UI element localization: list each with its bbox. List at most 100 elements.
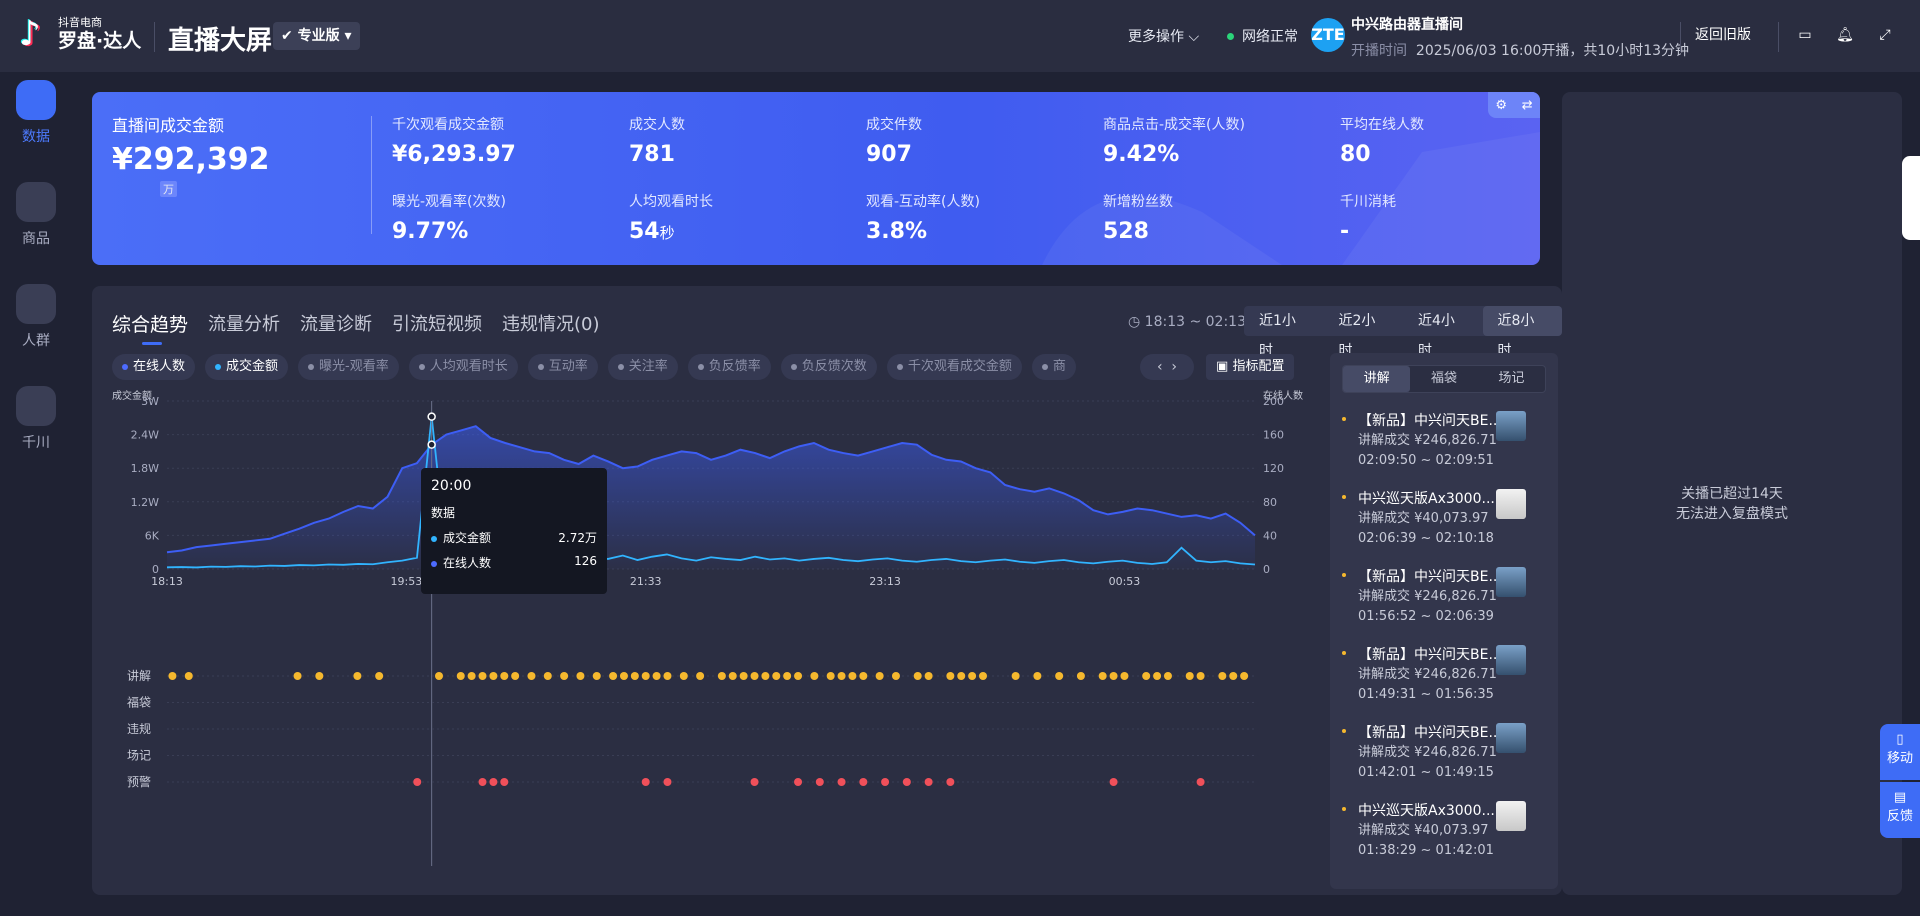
x-tick-label: 23:13 [869, 575, 901, 588]
event-marker [413, 778, 422, 786]
kpi-metric: 新增粉丝数 528 [1103, 191, 1173, 244]
metric-chip[interactable]: 在线人数 [112, 354, 196, 380]
metric-chip-label: 关注率 [628, 359, 668, 374]
sidebar-item-2[interactable]: 人群 [0, 284, 72, 350]
sidebar: 数据 商品 人群 千川 [0, 72, 72, 916]
closed-message-line1: 关播已超过14天 [1681, 486, 1783, 502]
event-marker [826, 672, 835, 680]
tab-4[interactable]: 违规情况(0) [502, 310, 600, 337]
sidebar-item-1[interactable]: 商品 [0, 182, 72, 248]
more-actions-button[interactable]: 更多操作 ⌵ [1128, 0, 1199, 72]
kpi-metric: 人均观看时长 54秒 [629, 191, 713, 244]
time-option-0[interactable]: 近1小时 [1244, 306, 1324, 359]
metric-config-label: 指标配置 [1232, 359, 1285, 374]
explain-tab-0[interactable]: 讲解 [1343, 366, 1411, 392]
kpi-metric-label: 曝光-观看率(次数) [392, 194, 506, 210]
metric-chip[interactable]: 关注率 [607, 354, 678, 380]
metric-chip[interactable]: 千次观看成交金额 [886, 354, 1022, 380]
kpi-background-art [1042, 132, 1540, 265]
event-marker [456, 672, 465, 680]
event-marker [739, 672, 748, 680]
event-marker [527, 672, 536, 680]
time-option-3[interactable]: 近8小时 [1482, 306, 1562, 359]
metric-chip[interactable]: 曝光-观看率 [298, 354, 399, 380]
time-option-2[interactable]: 近4小时 [1403, 306, 1483, 359]
product-thumbnail[interactable] [1496, 489, 1526, 519]
y2-tick-label: 80 [1263, 496, 1277, 509]
legend-dot [431, 560, 437, 567]
chip-dot [537, 363, 544, 370]
bell-icon[interactable]: 🔔︎ [1836, 26, 1854, 44]
tab-3[interactable]: 引流短视频 [392, 310, 482, 337]
time-option-1[interactable]: 近2小时 [1324, 306, 1404, 359]
metric-chip[interactable]: 负反馈率 [687, 354, 771, 380]
product-thumbnail[interactable] [1496, 411, 1526, 441]
product-thumbnail[interactable] [1496, 723, 1526, 753]
mobile-button[interactable]: ▯ 移动 [1880, 724, 1920, 780]
fullscreen-icon[interactable]: ⤢ [1876, 26, 1894, 44]
config-icon: ▣ [1216, 359, 1229, 374]
gmv-label: 直播间成交金额 [112, 116, 225, 135]
metric-chip[interactable]: 成交金额 [205, 354, 289, 380]
gear-icon[interactable]: ⚙ [1495, 98, 1507, 113]
edition-dropdown[interactable]: ✔ 专业版 ▾ [273, 22, 360, 50]
kpi-metric-label: 观看-互动率(人数) [866, 194, 980, 210]
divider [1778, 22, 1779, 52]
bullet-icon [1342, 807, 1346, 811]
logo[interactable]: ♪ ♪ ♪ 抖音电商 罗盘·达人 [18, 16, 141, 52]
tab-0[interactable]: 综合趋势 [112, 310, 188, 345]
sidebar-item-0[interactable]: 数据 [0, 80, 72, 146]
product-thumbnail[interactable] [1496, 645, 1526, 675]
product-thumbnail[interactable] [1496, 567, 1526, 597]
product-thumbnail[interactable] [1496, 801, 1526, 831]
metric-config-button[interactable]: ▣ 指标配置 [1206, 354, 1295, 380]
tooltip-time: 20:00 [431, 478, 472, 494]
feedback-button[interactable]: ▤ 反馈 [1880, 782, 1920, 838]
kpi-metric: 观看-互动率(人数) 3.8% [866, 191, 980, 244]
kpi-metric-label: 千川消耗 [1340, 194, 1396, 210]
swap-icon[interactable]: ⇄ [1522, 98, 1533, 113]
sidebar-item-3[interactable]: 千川 [0, 386, 72, 452]
y-tick-label: 2.4W [131, 429, 159, 442]
event-marker [1240, 672, 1249, 680]
x-tick-label: 21:33 [630, 575, 662, 588]
metric-chip[interactable]: 人均观看时长 [408, 354, 518, 380]
tab-2[interactable]: 流量诊断 [300, 310, 372, 337]
explain-item[interactable]: 中兴巡天版Ax3000... 讲解成交 ¥40,073.97 02:06:39 ~ … [1342, 489, 1546, 549]
explain-item[interactable]: 【新品】中兴问天BE... 讲解成交 ¥246,826.71 01:56:52 ~ … [1342, 567, 1546, 627]
network-status-label: 网络正常 [1242, 29, 1298, 45]
explain-time: 02:06:39 ~ 02:10:18 [1358, 531, 1494, 546]
event-row-label: 讲解 [127, 668, 151, 683]
monitor-icon[interactable]: ▭ [1796, 26, 1814, 44]
avatar[interactable]: ZTE [1311, 18, 1345, 52]
logo-subtitle: 抖音电商 [58, 16, 102, 29]
explain-item[interactable]: 中兴巡天版Ax3000... 讲解成交 ¥40,073.97 01:38:29 ~ … [1342, 801, 1546, 861]
kpi-metric-label: 商品点击-成交率(人数) [1103, 117, 1245, 133]
event-marker [979, 672, 987, 680]
logo-title: 罗盘·达人 [58, 30, 142, 52]
tooltip-group: 数据 [431, 506, 456, 520]
explain-tab-1[interactable]: 福袋 [1410, 366, 1477, 392]
y2-tick-label: 160 [1263, 429, 1284, 442]
chip-scroll-arrows[interactable]: ‹ › [1140, 354, 1194, 380]
event-marker [946, 672, 955, 680]
tab-1[interactable]: 流量分析 [208, 310, 280, 337]
side-info-handle[interactable] [1902, 156, 1920, 240]
event-marker [641, 778, 650, 786]
event-marker [489, 672, 498, 680]
top-header: ♪ ♪ ♪ 抖音电商 罗盘·达人 直播大屏 ✔ 专业版 ▾ 更多操作 ⌵ 网络正… [0, 0, 1920, 72]
explain-item[interactable]: 【新品】中兴问天BE... 讲解成交 ¥246,826.71 02:09:50 ~ … [1342, 411, 1546, 471]
metric-chip[interactable]: 商 [1031, 354, 1076, 380]
metric-chip-label: 商 [1052, 359, 1066, 374]
back-old-version-button[interactable]: 返回旧版 [1695, 24, 1751, 44]
explain-item[interactable]: 【新品】中兴问天BE... 讲解成交 ¥246,826.71 01:42:01 ~ … [1342, 723, 1546, 783]
event-marker [875, 672, 884, 680]
trend-chart[interactable]: 成交金额 在线人数0 06K 401.2W 801.8W 1202.4W 1603W 2001… [92, 386, 1330, 895]
bullet-icon [1342, 729, 1346, 733]
explain-tab-2[interactable]: 场记 [1478, 366, 1545, 392]
explain-item[interactable]: 【新品】中兴问天BE... 讲解成交 ¥246,826.71 01:49:31 ~ … [1342, 645, 1546, 705]
metric-chip[interactable]: 互动率 [527, 354, 598, 380]
tooltip-series-name: 成交金额 [443, 531, 492, 545]
explain-time: 01:42:01 ~ 01:49:15 [1358, 765, 1494, 780]
metric-chip[interactable]: 负反馈次数 [780, 354, 877, 380]
